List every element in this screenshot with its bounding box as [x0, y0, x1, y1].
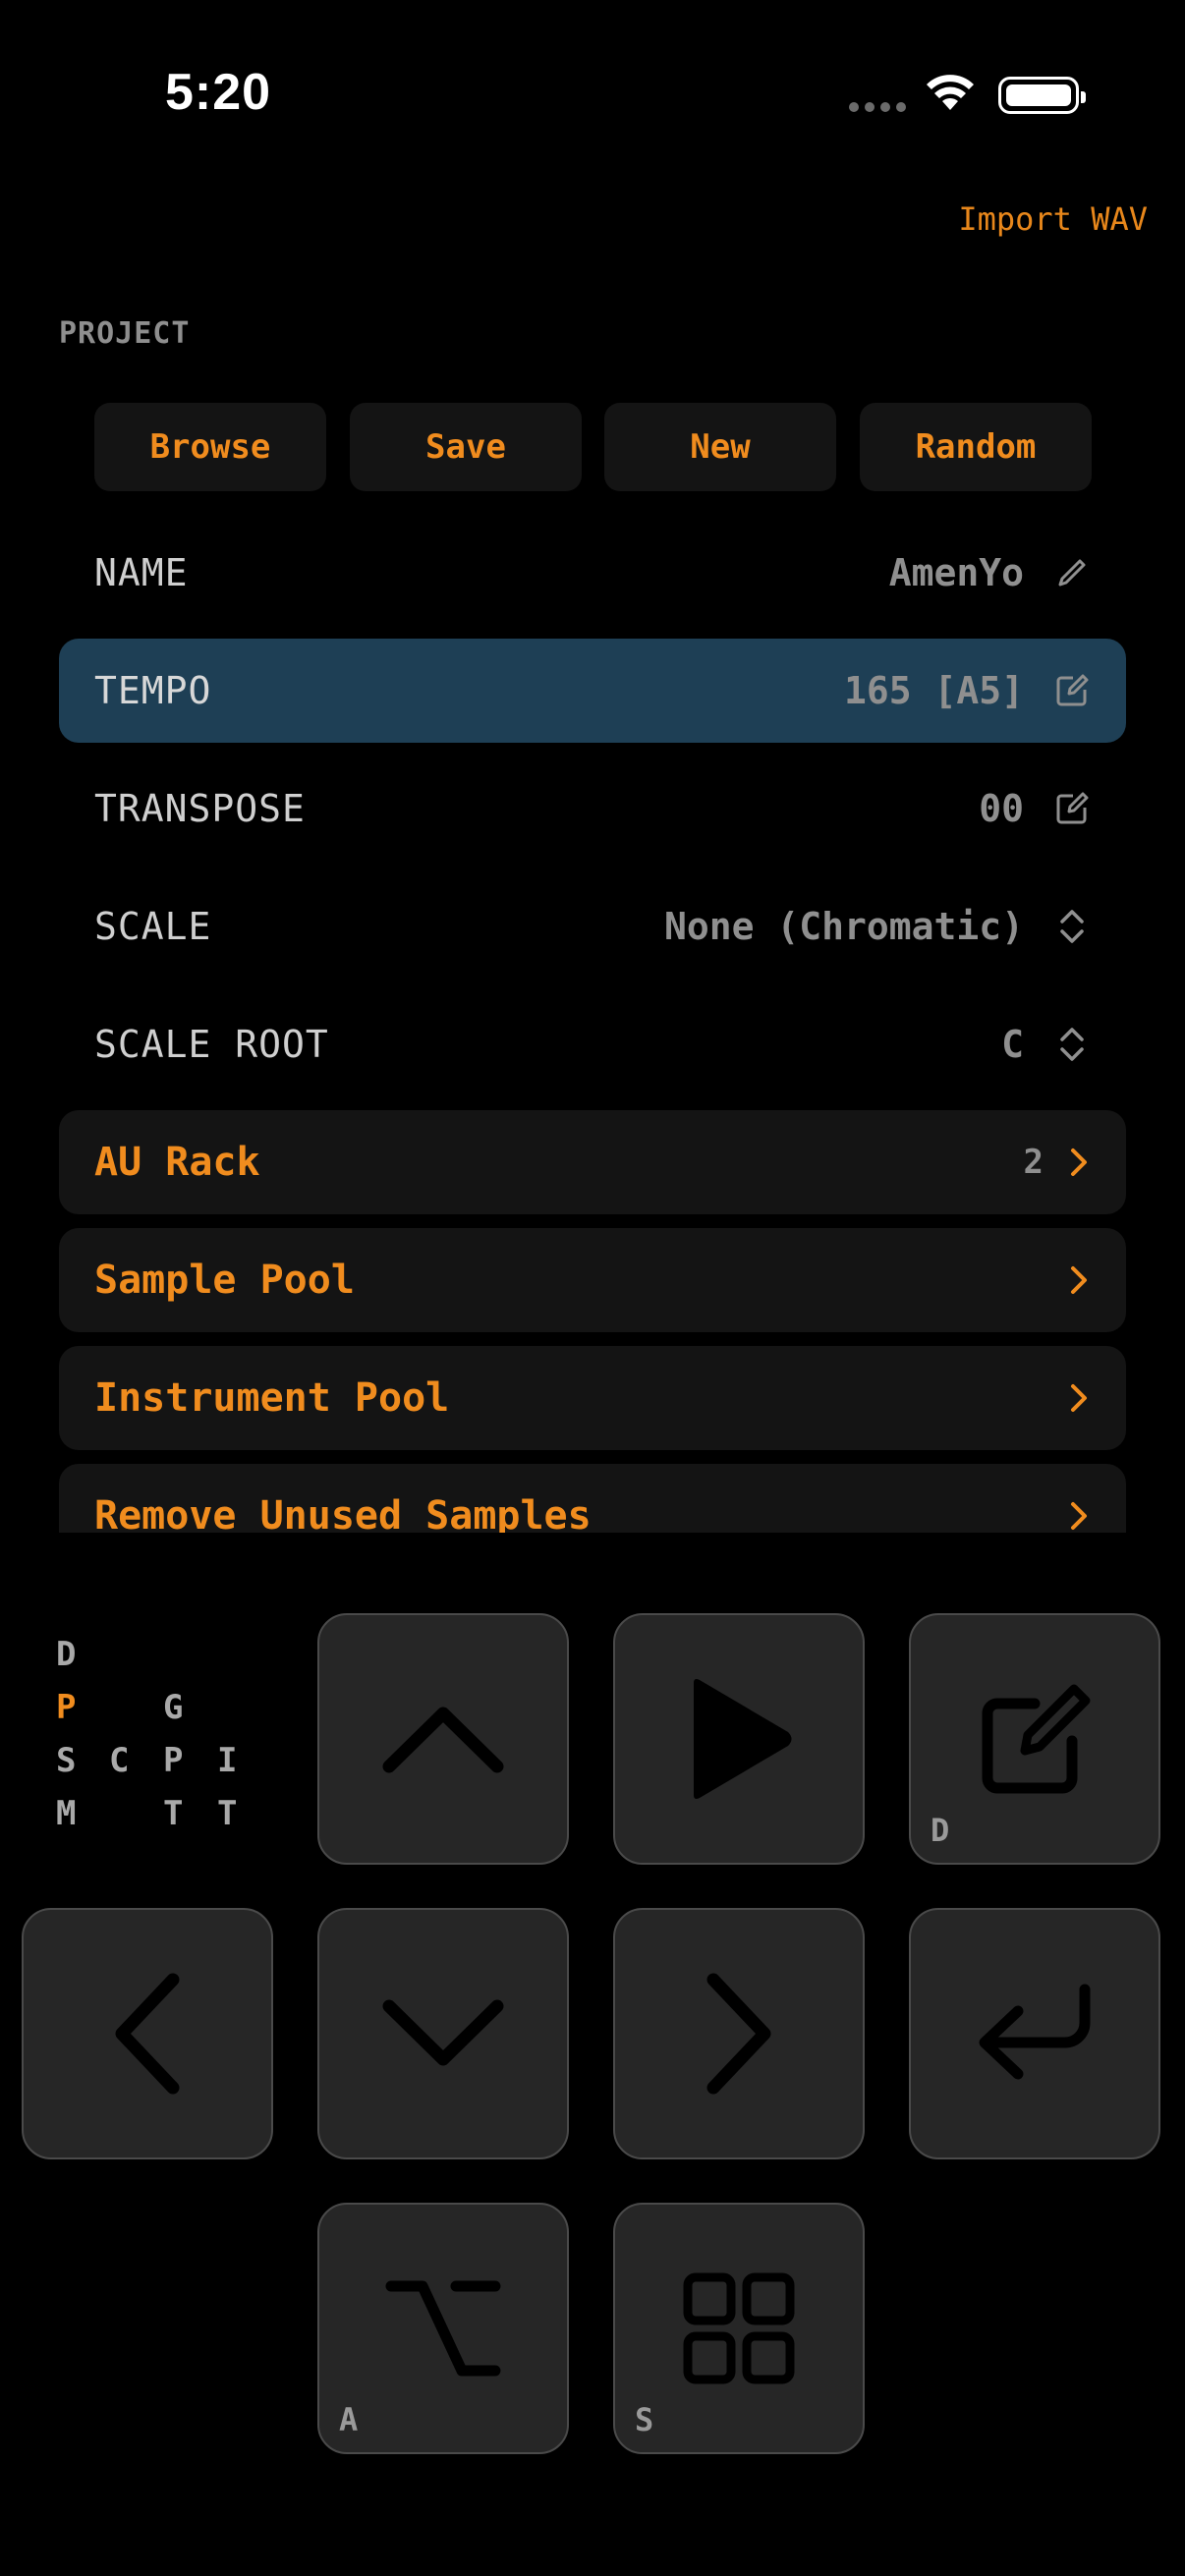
row-value: 00	[979, 787, 1024, 830]
row-label: SCALE	[94, 905, 212, 948]
mode-letter-t: T	[217, 1794, 238, 1833]
row-label: TRANSPOSE	[94, 787, 306, 830]
row-tempo[interactable]: TEMPO 165 [A5]	[59, 639, 1126, 743]
browse-button[interactable]: Browse	[94, 403, 326, 491]
save-button[interactable]: Save	[350, 403, 582, 491]
down-key[interactable]	[317, 1908, 569, 2159]
right-key[interactable]	[613, 1908, 865, 2159]
chevron-right-icon	[1071, 1384, 1087, 1412]
row-scale-root[interactable]: SCALE ROOT C	[59, 992, 1126, 1096]
key-sub-label: A	[339, 2401, 359, 2438]
nav-sample-pool[interactable]: Sample Pool	[59, 1228, 1126, 1332]
chevron-up-icon	[382, 1707, 504, 1773]
edit-square-icon	[982, 1684, 1091, 1794]
left-key[interactable]	[22, 1908, 273, 2159]
key-sub-label: D	[931, 1812, 950, 1849]
option-key[interactable]: A	[317, 2203, 569, 2454]
nav-label: Remove Unused Samples	[94, 1493, 592, 1533]
chevron-right-icon	[1071, 1266, 1087, 1294]
random-button[interactable]: Random	[860, 403, 1092, 491]
row-scale[interactable]: SCALE None (Chromatic)	[59, 874, 1126, 979]
edit-key[interactable]: D	[909, 1613, 1160, 1865]
edit-square-icon[interactable]	[1053, 790, 1091, 827]
chevron-right-icon	[706, 1973, 771, 2095]
chevron-right-icon	[1071, 1502, 1087, 1530]
mode-letter-p-active: P	[56, 1688, 77, 1727]
nav-count: 2	[1023, 1143, 1044, 1182]
key-sub-label: S	[635, 2401, 654, 2438]
grid-icon	[683, 2272, 795, 2384]
pencil-icon[interactable]	[1053, 554, 1091, 591]
nav-instrument-pool[interactable]: Instrument Pool	[59, 1346, 1126, 1450]
section-label-project: PROJECT	[59, 316, 191, 351]
mode-letter-p: P	[163, 1741, 184, 1780]
return-icon	[979, 1984, 1091, 2080]
row-label: SCALE ROOT	[94, 1023, 329, 1066]
row-name[interactable]: NAME AmenYo	[59, 521, 1126, 625]
option-icon	[385, 2280, 501, 2377]
play-key[interactable]	[613, 1613, 865, 1865]
mode-letter-m: M	[56, 1794, 77, 1833]
mode-letter-g: G	[163, 1688, 184, 1727]
play-icon	[694, 1679, 792, 1799]
row-value: AmenYo	[888, 551, 1024, 594]
nav-label: Sample Pool	[94, 1258, 355, 1303]
mode-letter-s: S	[56, 1741, 77, 1780]
mode-letter-c: C	[109, 1741, 130, 1780]
mode-letter-t: T	[163, 1794, 184, 1833]
row-transpose[interactable]: TRANSPOSE 00	[59, 756, 1126, 861]
chevron-right-icon	[1071, 1148, 1087, 1176]
row-value: None (Chromatic)	[663, 905, 1024, 948]
chevron-up-down-icon[interactable]	[1053, 1026, 1091, 1063]
row-value: C	[1001, 1023, 1024, 1066]
row-label: NAME	[94, 551, 189, 594]
nav-au-rack[interactable]: AU Rack 2	[59, 1110, 1126, 1214]
row-label: TEMPO	[94, 669, 212, 712]
chevron-down-icon	[382, 1999, 504, 2066]
nav-label: AU Rack	[94, 1140, 260, 1185]
chevron-left-icon	[115, 1973, 180, 2095]
nav-label: Instrument Pool	[94, 1375, 450, 1421]
chevron-up-down-icon[interactable]	[1053, 908, 1091, 945]
grid-key[interactable]: S	[613, 2203, 865, 2454]
new-button[interactable]: New	[604, 403, 836, 491]
up-key[interactable]	[317, 1613, 569, 1865]
mode-letter-d: D	[56, 1635, 77, 1674]
nav-remove-unused-samples[interactable]: Remove Unused Samples	[59, 1464, 1126, 1533]
row-value: 165 [A5]	[843, 669, 1024, 712]
project-scroll-area[interactable]: PROJECT Browse Save New Random NAME Amen…	[0, 0, 1185, 1533]
enter-key[interactable]	[909, 1908, 1160, 2159]
mode-letter-i: I	[217, 1741, 238, 1780]
edit-square-icon[interactable]	[1053, 672, 1091, 709]
